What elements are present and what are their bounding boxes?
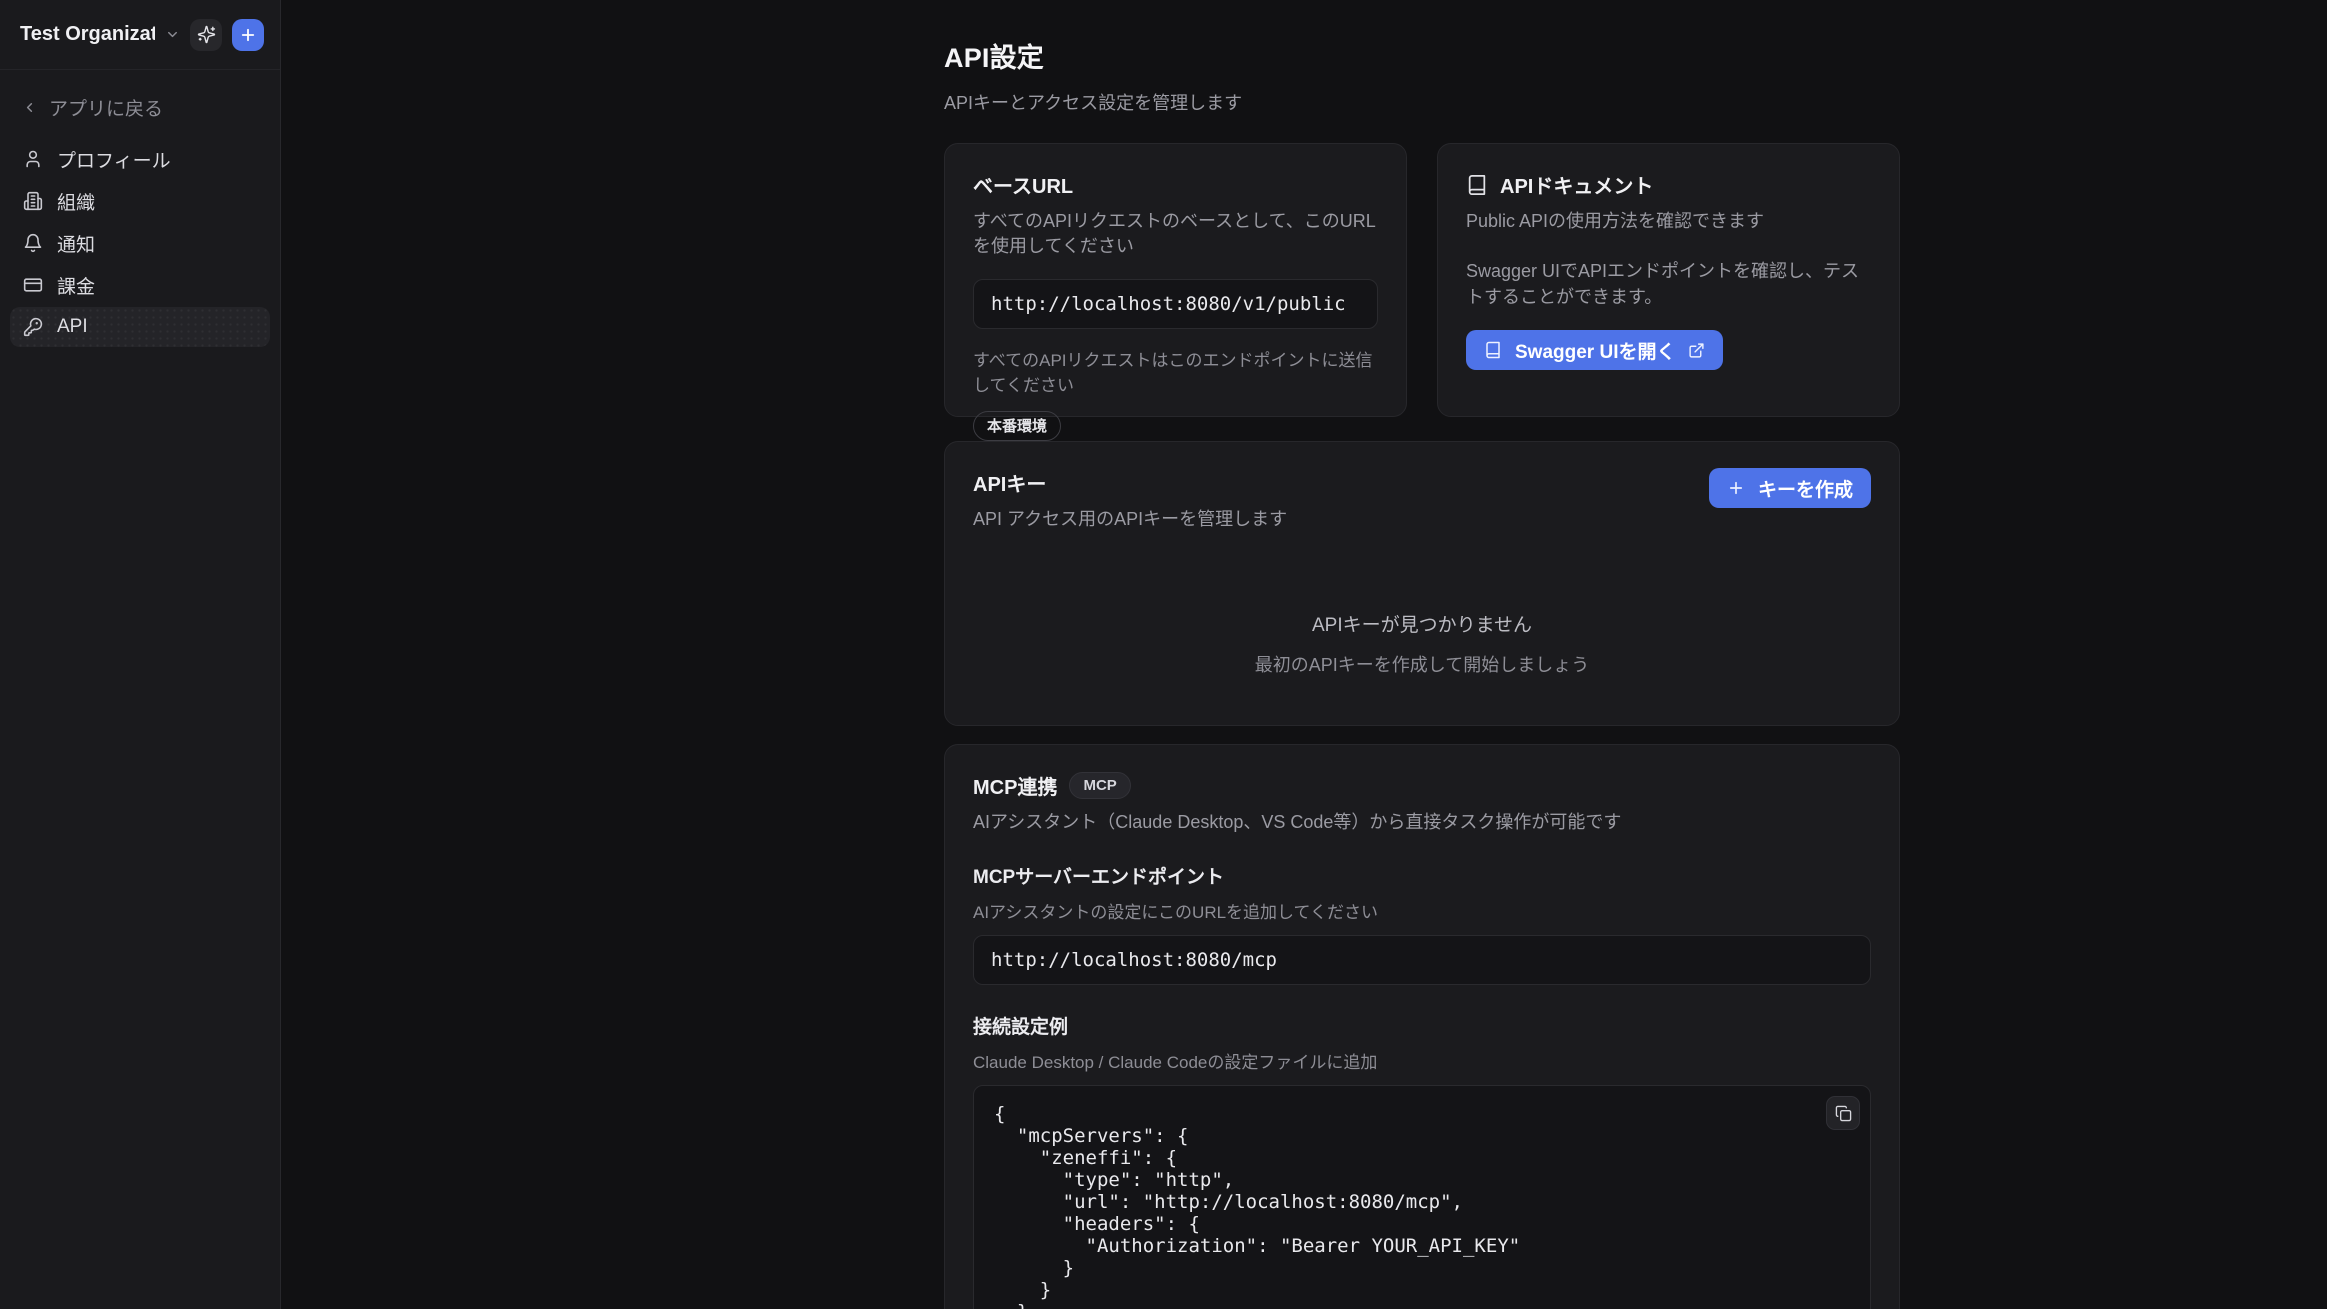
sidebar-item-label: プロフィール [57, 146, 171, 173]
chevron-down-icon [165, 27, 180, 42]
page-title: API設定 [944, 36, 1900, 75]
bell-icon [23, 233, 43, 253]
sidebar-item-label: 組織 [57, 188, 95, 215]
sidebar-item-label: 課金 [57, 272, 95, 299]
back-to-apps-link[interactable]: アプリに戻る [12, 86, 270, 129]
book-icon [1466, 174, 1488, 196]
base-url-card-description: すべてのAPIリクエストのベースとして、このURLを使用してください [973, 209, 1378, 259]
content-column: API設定 APIキーとアクセス設定を管理します ベースURL すべてのAPIリ… [944, 0, 1900, 1309]
sparkles-icon [197, 25, 216, 44]
copy-config-button[interactable] [1826, 1096, 1860, 1130]
sidebar: Test Organization アプリに戻る [0, 0, 281, 1309]
mcp-endpoint-description: AIアシスタントの設定にこのURLを追加してください [973, 898, 1871, 923]
api-keys-card-title: APIキー [973, 468, 1287, 497]
user-icon [23, 149, 43, 169]
sidebar-item-notifications[interactable]: 通知 [10, 223, 270, 263]
main-area: API設定 APIキーとアクセス設定を管理します ベースURL すべてのAPIリ… [281, 0, 2327, 1309]
sidebar-item-profile[interactable]: プロフィール [10, 139, 270, 179]
api-keys-card: APIキー API アクセス用のAPIキーを管理します キーを作成 APIキーが… [944, 441, 1900, 726]
environment-badge: 本番環境 [973, 411, 1061, 441]
api-docs-card-header: APIドキュメント [1466, 170, 1871, 199]
api-keys-heading: APIキー API アクセス用のAPIキーを管理します [973, 468, 1287, 532]
create-key-button-label: キーを作成 [1758, 475, 1853, 502]
sidebar-item-api[interactable]: API [10, 307, 270, 347]
open-swagger-button[interactable]: Swagger UIを開く [1466, 330, 1723, 370]
building-icon [23, 191, 43, 211]
mcp-example-title: 接続設定例 [973, 1012, 1871, 1039]
credit-card-icon [23, 275, 43, 295]
api-docs-card: APIドキュメント Public APIの使用方法を確認できます Swagger… [1437, 143, 1900, 417]
mcp-card: MCP連携 MCP AIアシスタント（Claude Desktop、VS Cod… [944, 744, 1900, 1309]
sidebar-header: Test Organization [0, 0, 280, 70]
create-key-button[interactable]: キーを作成 [1709, 468, 1871, 508]
empty-state-subtitle: 最初のAPIキーを作成して開始しましょう [973, 651, 1871, 677]
api-docs-card-title: APIドキュメント [1500, 170, 1653, 199]
sidebar-nav: プロフィール 組織 通知 課金 [0, 139, 280, 347]
back-link-label: アプリに戻る [49, 94, 163, 121]
key-icon [23, 317, 43, 337]
empty-state-title: APIキーが見つかりません [973, 610, 1871, 637]
sidebar-item-billing[interactable]: 課金 [10, 265, 270, 305]
sidebar-item-organization[interactable]: 組織 [10, 181, 270, 221]
plus-icon [1727, 479, 1745, 497]
base-url-helper: すべてのAPIリクエストはこのエンドポイントに送信してください [973, 346, 1378, 396]
api-keys-card-description: API アクセス用のAPIキーを管理します [973, 507, 1287, 532]
api-keys-empty-state: APIキーが見つかりません 最初のAPIキーを作成して開始しましょう [973, 610, 1871, 677]
mcp-endpoint-field[interactable]: http://localhost:8080/mcp [973, 935, 1871, 985]
api-docs-card-body: Swagger UIでAPIエンドポイントを確認し、テストすることができます。 [1466, 258, 1871, 310]
open-swagger-button-label: Swagger UIを開く [1515, 337, 1675, 364]
copy-icon [1835, 1105, 1852, 1122]
external-link-icon [1688, 342, 1705, 359]
mcp-card-header: MCP連携 MCP [973, 771, 1871, 800]
plus-icon [239, 26, 257, 44]
chevron-left-icon [22, 100, 37, 115]
base-url-card: ベースURL すべてのAPIリクエストのベースとして、このURLを使用してくださ… [944, 143, 1407, 417]
info-cards-row: ベースURL すべてのAPIリクエストのベースとして、このURLを使用してくださ… [944, 143, 1900, 417]
org-name: Test Organization [20, 23, 155, 46]
ai-sparkles-button[interactable] [190, 19, 222, 51]
mcp-endpoint-title: MCPサーバーエンドポイント [973, 862, 1871, 889]
base-url-field[interactable]: http://localhost:8080/v1/public [973, 279, 1378, 329]
mcp-example-description: Claude Desktop / Claude Codeの設定ファイルに追加 [973, 1048, 1871, 1073]
mcp-config-code-block: { "mcpServers": { "zeneffi": { "type": "… [973, 1085, 1871, 1309]
api-keys-card-header: APIキー API アクセス用のAPIキーを管理します キーを作成 [973, 468, 1871, 532]
base-url-card-title: ベースURL [973, 170, 1378, 199]
mcp-config-json: { "mcpServers": { "zeneffi": { "type": "… [994, 1103, 1850, 1309]
org-selector[interactable]: Test Organization [20, 23, 180, 46]
mcp-card-title: MCP連携 [973, 771, 1057, 800]
page-subtitle: APIキーとアクセス設定を管理します [944, 89, 1900, 115]
api-docs-card-description: Public APIの使用方法を確認できます [1466, 209, 1871, 234]
mcp-badge: MCP [1069, 772, 1130, 799]
add-button[interactable] [232, 19, 264, 51]
sidebar-item-label: 通知 [57, 230, 95, 257]
sidebar-item-label: API [57, 316, 88, 338]
mcp-card-description: AIアシスタント（Claude Desktop、VS Code等）から直接タスク… [973, 810, 1871, 835]
book-icon [1484, 341, 1502, 359]
app-root: Test Organization アプリに戻る [0, 0, 2327, 1309]
